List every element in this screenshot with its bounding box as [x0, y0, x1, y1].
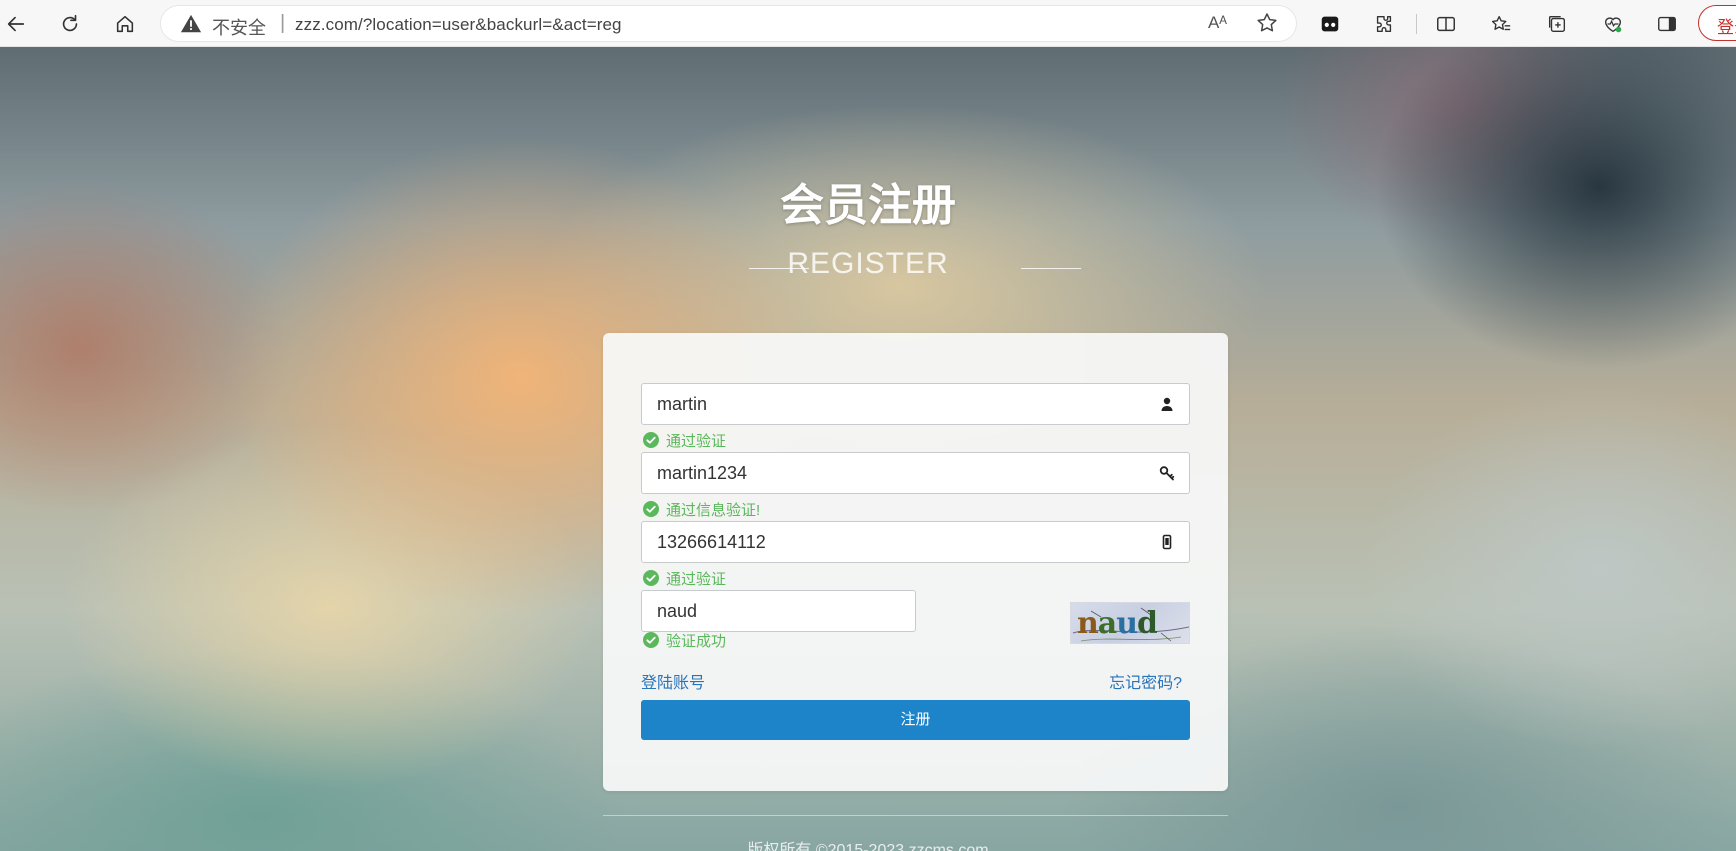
check-circle-icon — [643, 501, 659, 517]
captcha-value[interactable]: naud — [657, 601, 697, 622]
browser-login-button[interactable]: 登录 — [1698, 5, 1736, 41]
sidebar-icon[interactable] — [1651, 8, 1683, 40]
captcha-status-text: 验证成功 — [666, 632, 727, 650]
register-form-card: martin 通过验证 martin1234 通过信息验证! 132666141… — [603, 333, 1228, 791]
read-aloud-icon[interactable]: Aᴬ — [1208, 13, 1227, 33]
browser-essentials-icon[interactable] — [1597, 8, 1629, 40]
browser-toolbar: 不安全 | zzz.com/?location=user&backurl=&ac… — [0, 0, 1736, 47]
extension-icon[interactable] — [1314, 8, 1346, 40]
home-icon[interactable] — [109, 8, 141, 40]
page-subtitle: REGISTER — [787, 247, 949, 280]
captcha-field[interactable]: naud — [641, 590, 916, 632]
title-divider-right — [1021, 268, 1081, 269]
phone-status: 通过验证 — [643, 568, 726, 588]
username-field[interactable]: martin — [641, 383, 1190, 425]
username-status: 通过验证 — [643, 430, 726, 450]
favorites-icon[interactable] — [1485, 8, 1517, 40]
register-button[interactable]: 注册 — [641, 700, 1190, 740]
password-status: 通过信息验证! — [643, 499, 760, 519]
check-circle-icon — [643, 432, 659, 448]
register-page: 会员注册 REGISTER martin 通过验证 martin1234 通过信… — [0, 47, 1736, 851]
phone-field[interactable]: 13266614112 — [641, 521, 1190, 563]
password-status-text: 通过信息验证! — [666, 501, 761, 519]
key-icon — [1159, 466, 1175, 481]
password-value[interactable]: martin1234 — [657, 463, 747, 484]
warning-icon[interactable] — [180, 13, 202, 35]
copyright-text: 版权所有 ©2015-2023 zzcms.com — [747, 842, 989, 851]
favorite-star-icon[interactable] — [1255, 11, 1279, 35]
collections-icon[interactable] — [1541, 8, 1573, 40]
address-separator: | — [280, 12, 286, 34]
puzzle-icon[interactable] — [1368, 8, 1400, 40]
toolbar-divider — [1416, 14, 1417, 34]
captcha-text: naud — [1077, 606, 1158, 641]
username-value[interactable]: martin — [657, 394, 707, 415]
split-screen-icon[interactable] — [1430, 8, 1462, 40]
address-bar[interactable]: 不安全 | zzz.com/?location=user&backurl=&ac… — [160, 5, 1297, 42]
captcha-status: 验证成功 — [643, 630, 726, 650]
username-status-text: 通过验证 — [666, 432, 727, 450]
password-field[interactable]: martin1234 — [641, 452, 1190, 494]
security-label[interactable]: 不安全 — [212, 14, 266, 40]
phone-status-text: 通过验证 — [666, 570, 727, 588]
check-circle-icon — [643, 632, 659, 648]
footer-divider — [603, 815, 1228, 816]
url-text[interactable]: zzz.com/?location=user&backurl=&act=reg — [295, 15, 622, 35]
captcha-image[interactable]: naud — [1070, 602, 1190, 644]
mobile-icon — [1162, 534, 1172, 550]
login-link[interactable]: 登陆账号 — [641, 669, 705, 693]
forgot-password-link[interactable]: 忘记密码? — [1109, 669, 1182, 693]
user-icon — [1161, 397, 1173, 411]
back-icon[interactable] — [0, 8, 32, 40]
refresh-icon[interactable] — [54, 8, 86, 40]
phone-value[interactable]: 13266614112 — [657, 532, 766, 553]
check-circle-icon — [643, 570, 659, 586]
page-title: 会员注册 — [780, 180, 956, 231]
